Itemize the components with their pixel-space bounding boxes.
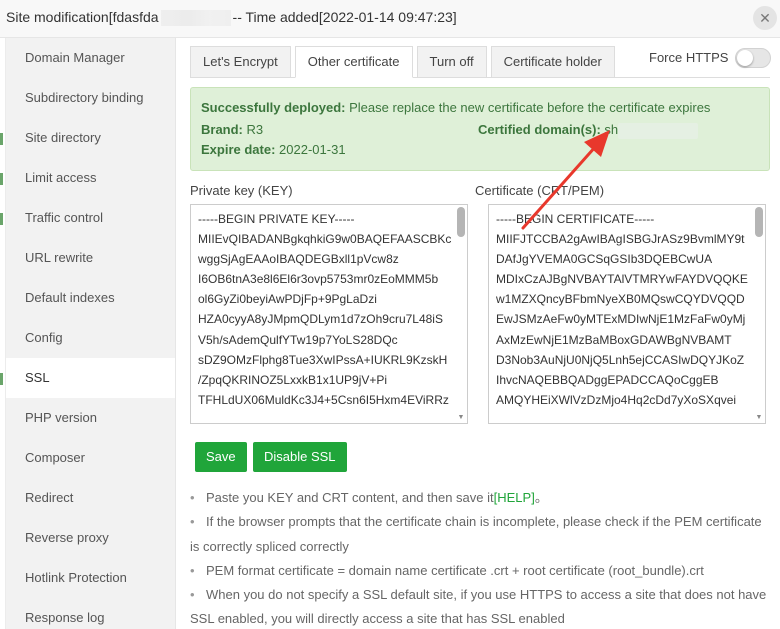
certificate-label: Certificate (CRT/PEM) [475,183,605,198]
force-https-toggle[interactable] [735,48,771,68]
sidebar-nav: Domain Manager Subdirectory binding Site… [6,38,176,629]
bullet-icon: • [190,490,195,505]
deploy-notice: Successfully deployed: Please replace th… [190,87,770,171]
edge-marker [0,133,3,145]
save-button[interactable]: Save [195,442,247,472]
ssl-tips: • Paste you KEY and CRT content, and then… [190,486,770,629]
notice-domain-label: Certified domain(s): [478,122,601,137]
bullet-icon: • [190,562,195,578]
bullet-icon: • [190,514,195,530]
tip-item: • If the browser prompts that the certifi… [190,510,770,559]
certificate-content: -----BEGIN CERTIFICATE----- MIIFJTCCBA2g… [496,212,748,407]
tab-other-certificate[interactable]: Other certificate [294,46,413,78]
edge-marker [0,373,3,385]
notice-deployed-label: Successfully deployed: [201,100,346,115]
tip1-end: 。 [534,490,548,505]
title-suffix: -- Time added[2022-01-14 09:47:23] [232,9,457,25]
notice-expire-value: 2022-01-31 [279,142,346,157]
notice-expire: Expire date: 2022-01-31 [201,142,346,157]
sidebar-item-url-rewrite[interactable]: URL rewrite [6,238,175,278]
certificate-textarea[interactable]: -----BEGIN CERTIFICATE----- MIIFJTCCBA2g… [488,204,766,424]
sidebar-item-limit-access[interactable]: Limit access [6,158,175,198]
notice-brand-value: R3 [246,122,264,137]
window-title: Site modification[fdasfda -- Time added[2… [6,9,457,27]
tip-item: • Paste you KEY and CRT content, and then… [190,486,770,510]
sidebar-item-redirect[interactable]: Redirect [6,478,175,518]
tab-turn-off[interactable]: Turn off [416,46,487,78]
sidebar-item-hotlink-protection[interactable]: Hotlink Protection [6,558,175,598]
sidebar-item-reverse-proxy[interactable]: Reverse proxy [6,518,175,558]
sidebar-item-config[interactable]: Config [6,318,175,358]
domain-redaction [618,122,699,139]
notice-brand-label: Brand: [201,122,243,137]
scrollbar-thumb[interactable] [755,207,763,237]
tip1-text: Paste you KEY and CRT content, and then … [206,490,494,505]
notice-brand: Brand: R3 [201,122,263,137]
sidebar-item-composer[interactable]: Composer [6,438,175,478]
title-redaction [160,10,231,27]
notice-deployed-text: Please replace the new certificate befor… [349,100,711,115]
notice-deployed: Successfully deployed: Please replace th… [201,100,710,115]
tab-certificate-holder[interactable]: Certificate holder [490,46,615,78]
tip2-text: If the browser prompts that the certific… [190,514,762,554]
ssl-tabs: Let's Encrypt Other certificate Turn off… [190,46,619,78]
sidebar-item-subdirectory-binding[interactable]: Subdirectory binding [6,78,175,118]
scroll-down-icon[interactable]: ▼ [754,414,764,422]
private-key-textarea[interactable]: -----BEGIN PRIVATE KEY----- MIIEvQIBADAN… [190,204,468,424]
tip4-text: When you do not specify a SSL default si… [190,587,767,627]
notice-domain: Certified domain(s): sh [478,122,699,139]
sidebar-item-traffic-control[interactable]: Traffic control [6,198,175,238]
toggle-knob [737,50,753,66]
tip-item: • PEM format certificate = domain name ce… [190,559,770,583]
sidebar-item-php-version[interactable]: PHP version [6,398,175,438]
private-key-label: Private key (KEY) [190,183,293,198]
edge-marker [0,173,3,185]
scrollbar-thumb[interactable] [457,207,465,237]
title-prefix: Site modification[fdasfda [6,9,159,25]
sidebar-item-site-directory[interactable]: Site directory [6,118,175,158]
title-bar: Site modification[fdasfda -- Time added[2… [0,0,780,38]
edge-marker [0,213,3,225]
sidebar-item-ssl[interactable]: SSL [6,358,175,398]
tip3-text: PEM format certificate = domain name cer… [206,562,704,578]
scroll-down-icon[interactable]: ▼ [456,414,466,422]
sidebar-item-response-log[interactable]: Response log [6,598,175,629]
tab-lets-encrypt[interactable]: Let's Encrypt [190,46,291,78]
sidebar-item-domain-manager[interactable]: Domain Manager [6,38,175,78]
force-https-label: Force HTTPS [649,50,729,65]
help-link[interactable]: [HELP] [494,490,535,505]
tip-item: • When you do not specify a SSL default s… [190,583,770,629]
disable-ssl-button[interactable]: Disable SSL [253,442,347,472]
private-key-content: -----BEGIN PRIVATE KEY----- MIIEvQIBADAN… [198,212,452,407]
notice-domain-value: sh [604,122,619,137]
bullet-icon: • [190,587,195,603]
close-icon[interactable]: ✕ [753,6,777,30]
sidebar-item-default-indexes[interactable]: Default indexes [6,278,175,318]
notice-expire-label: Expire date: [201,142,276,157]
